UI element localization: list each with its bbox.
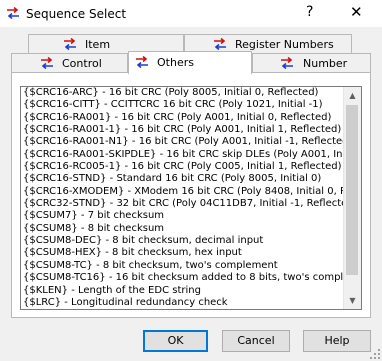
tab-number-label: Number xyxy=(303,57,348,70)
arrows-swap-icon xyxy=(41,57,53,69)
list-item[interactable]: {$CRC16-RA001} - 16 bit CRC (Poly A001, … xyxy=(21,112,343,124)
arrows-swap-icon xyxy=(7,7,19,19)
list-item[interactable]: {$CRC32-STND} - 32 bit CRC (Poly 04C11DB… xyxy=(21,198,343,210)
list-item[interactable]: {$CSUM7} - 7 bit checksum xyxy=(21,210,343,222)
tab-others[interactable]: Others xyxy=(128,51,252,74)
help-button[interactable]: Help xyxy=(303,330,371,352)
scrollbar-thumb[interactable] xyxy=(346,105,358,275)
arrows-swap-icon xyxy=(136,56,148,68)
list-item[interactable]: {$CRC16-ARC} - 16 bit CRC (Poly 8005, In… xyxy=(21,87,343,99)
list-item[interactable]: {$CSUM8-TC16} - 16 bit checksum added to… xyxy=(21,272,343,284)
tab-number[interactable]: Number xyxy=(252,53,371,72)
list-item[interactable]: {$CRC16-STND} - Standard 16 bit CRC (Pol… xyxy=(21,173,343,185)
list-item[interactable]: {$CSUM8-DEC} - 8 bit checksum, decimal i… xyxy=(21,235,343,247)
list-item[interactable]: {$LRC} - Longitudinal redundancy check xyxy=(21,297,343,309)
ok-button[interactable]: OK xyxy=(143,330,208,352)
sequence-list-items: {$CRC16-ARC} - 16 bit CRC (Poly 8005, In… xyxy=(21,87,343,309)
list-item[interactable]: {$CRC16-XMODEM} - XModem 16 bit CRC (Pol… xyxy=(21,186,343,198)
tab-item-label: Item xyxy=(85,38,111,51)
list-item[interactable]: {$CRC16-RA001-1} - 16 bit CRC (Poly A001… xyxy=(21,124,343,136)
arrows-swap-icon xyxy=(214,38,226,50)
list-item[interactable]: {$CSUM8-HEX} - 8 bit checksum, hex input xyxy=(21,247,343,259)
tab-control[interactable]: Control xyxy=(11,53,128,72)
tab-others-label: Others xyxy=(157,56,194,69)
list-item[interactable]: {$CRC16-RC005-1} - 16 bit CRC (Poly C005… xyxy=(21,161,343,173)
list-item[interactable]: {$CRC16-CITT} - CCITTCRC 16 bit CRC (Pol… xyxy=(21,99,343,111)
cancel-button[interactable]: Cancel xyxy=(222,330,290,352)
title-bar: Sequence Select ? ✕ xyxy=(0,0,382,27)
arrows-swap-icon xyxy=(281,57,293,69)
tab-register-numbers-label: Register Numbers xyxy=(235,38,334,51)
list-item[interactable]: {$KLEN} - Length of the EDC string xyxy=(21,285,343,297)
close-button[interactable]: ✕ xyxy=(350,3,363,21)
tab-control-label: Control xyxy=(62,57,102,70)
list-item[interactable]: {$CSUM8-TC} - 8 bit checksum, two's comp… xyxy=(21,260,343,272)
list-item[interactable]: {$CSUM8} - 8 bit checksum xyxy=(21,223,343,235)
list-item[interactable]: {$CRC16-RA001-SKIPDLE} - 16 bit CRC skip… xyxy=(21,149,343,161)
help-title-button[interactable]: ? xyxy=(306,4,313,20)
resize-grip-icon[interactable] xyxy=(370,349,380,359)
vertical-scrollbar[interactable]: ▲ ▼ xyxy=(343,87,361,309)
window-title: Sequence Select xyxy=(26,7,127,21)
sequence-listbox[interactable]: {$CRC16-ARC} - 16 bit CRC (Poly 8005, In… xyxy=(20,86,362,310)
arrows-swap-icon xyxy=(64,38,76,50)
scroll-up-arrow-icon[interactable]: ▲ xyxy=(344,87,361,104)
scroll-down-arrow-icon[interactable]: ▼ xyxy=(344,292,361,309)
list-item[interactable]: {$CRC16-RA001-N1} - 16 bit CRC (Poly A00… xyxy=(21,136,343,148)
